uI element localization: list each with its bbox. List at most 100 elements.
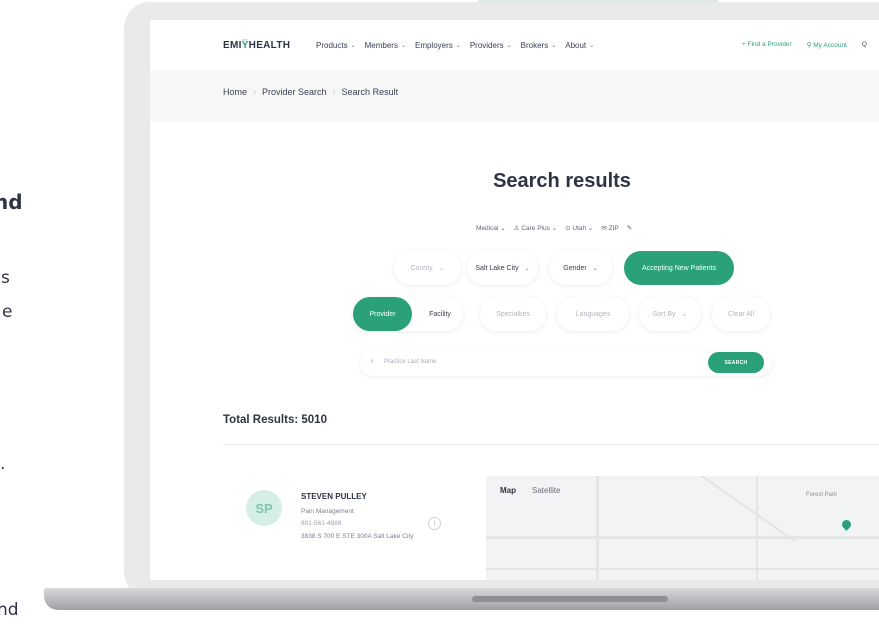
- menu-item-about[interactable]: About ⌄: [565, 41, 594, 50]
- chevron-down-icon: ⌄: [681, 311, 688, 318]
- chevron-down-icon: ⌄: [524, 265, 530, 272]
- breadcrumb-home[interactable]: Home: [223, 87, 247, 97]
- county-dropdown[interactable]: County ⌄: [394, 251, 461, 285]
- provider-specialty: Pain Management: [301, 508, 354, 515]
- emi-health-logo[interactable]: EMIŸHEALTH: [223, 40, 290, 51]
- breadcrumb-provider-search[interactable]: Provider Search: [262, 87, 327, 97]
- my-account-label: My Account: [813, 42, 847, 49]
- facility-tab[interactable]: Facility: [417, 297, 463, 331]
- menu-label: Providers: [469, 41, 504, 50]
- my-account-link[interactable]: ⚲ My Account: [807, 41, 847, 49]
- menu-item-members[interactable]: Members ⌄: [365, 41, 406, 50]
- map-road: [486, 568, 879, 570]
- results-divider: [223, 444, 879, 445]
- breadcrumb-separator-icon: ›: [332, 87, 336, 97]
- sort-by-dropdown[interactable]: Sort By ⌄: [639, 297, 701, 331]
- provider-facility-toggle: Provider Facility: [353, 297, 463, 331]
- search-button[interactable]: SEARCH: [708, 352, 764, 373]
- breadcrumb-separator-icon: ›: [253, 87, 257, 97]
- chevron-down-icon: ⌄: [551, 43, 557, 49]
- menu-item-providers[interactable]: Providers ⌄: [470, 41, 512, 50]
- menu-item-products[interactable]: Products ⌄: [316, 41, 356, 50]
- network-label: Care Plus: [521, 225, 550, 232]
- info-icon[interactable]: i: [428, 517, 441, 530]
- mail-icon: ✉: [601, 225, 609, 232]
- search-icon: ⌕: [370, 358, 374, 365]
- map-road: [756, 476, 758, 580]
- logo-text-right: HEALTH: [248, 40, 291, 51]
- accepting-new-patients-toggle[interactable]: Accepting New Patients: [624, 251, 734, 285]
- menu-label: About: [565, 41, 587, 50]
- map-tab[interactable]: Map: [500, 486, 516, 495]
- specialties-dropdown[interactable]: Specialties: [480, 297, 546, 331]
- state-dropdown[interactable]: ⊙ Utah ⌄: [565, 224, 593, 232]
- chevron-down-icon: ⌄: [400, 43, 406, 49]
- nav-actions: + Find a Provider ⚲ My Account Q: [742, 41, 867, 49]
- laptop-screen: EMIŸHEALTH Products ⌄ Members ⌄ Employers ⌄…: [150, 20, 879, 580]
- city-label: Salt Lake City: [475, 264, 519, 272]
- main-menu: Products ⌄ Members ⌄ Employers ⌄ Providers ⌄…: [316, 41, 594, 50]
- zip-label: ZIP: [608, 225, 619, 232]
- state-label: Utah: [572, 225, 587, 232]
- search-input[interactable]: Practice Last Name: [384, 359, 436, 365]
- find-provider-link[interactable]: + Find a Provider: [742, 41, 792, 49]
- map-panel[interactable]: Map Satellite Forest Park: [486, 476, 879, 580]
- plan-type-label: Medical: [476, 225, 499, 232]
- sort-by-label: Sort By: [652, 310, 676, 318]
- clear-all-label: Clear All: [727, 310, 755, 318]
- satellite-tab[interactable]: Satellite: [532, 486, 560, 495]
- city-dropdown[interactable]: Salt Lake City ⌄: [467, 251, 538, 285]
- provider-name[interactable]: STEVEN PULLEY: [301, 492, 367, 501]
- network-dropdown[interactable]: ♙ Care Plus ⌄: [514, 224, 557, 232]
- breadcrumb-search-result: Search Result: [341, 87, 399, 97]
- laptop-notch: [472, 596, 668, 602]
- map-place-label: Forest Park: [806, 492, 838, 498]
- top-nav: EMIŸHEALTH Products ⌄ Members ⌄ Employers ⌄…: [150, 20, 879, 70]
- chevron-down-icon: ⌄: [506, 43, 512, 49]
- breadcrumb: Home › Provider Search › Search Result: [223, 87, 398, 97]
- zip-field[interactable]: ✉ ZIP: [601, 224, 618, 232]
- avatar: SP: [246, 490, 282, 526]
- menu-item-brokers[interactable]: Brokers ⌄: [521, 41, 557, 50]
- provider-search-bar: ⌕ Practice Last Name SEARCH: [360, 350, 772, 376]
- menu-label: Brokers: [520, 41, 549, 50]
- provider-address: 3838 S 700 E STE 300A Salt Lake City: [301, 533, 414, 540]
- map-road: [696, 476, 796, 543]
- chevron-down-icon: ⌄: [589, 43, 595, 49]
- menu-label: Members: [364, 41, 398, 50]
- edit-icon[interactable]: ✎: [627, 224, 632, 232]
- map-road: [486, 536, 879, 539]
- laptop-base: [44, 588, 879, 610]
- languages-label: Languages: [575, 310, 611, 318]
- side-text-fragment-1: s: [1, 268, 10, 288]
- side-text-fragment-4: nd: [0, 600, 19, 620]
- side-heading-fragment: nd: [0, 190, 23, 214]
- chevron-down-icon: ⌄: [592, 265, 598, 272]
- menu-item-employers[interactable]: Employers ⌄: [415, 41, 461, 50]
- languages-dropdown[interactable]: Languages: [557, 297, 629, 331]
- provider-phone[interactable]: 801-561-4988: [301, 520, 341, 527]
- chevron-down-icon: ⌄: [455, 43, 461, 49]
- chevron-down-icon: ⌄: [350, 43, 356, 49]
- logo-mark-icon: Ÿ: [241, 40, 249, 51]
- page-title: Search results: [493, 170, 631, 192]
- menu-label: Products: [316, 41, 348, 50]
- gender-dropdown[interactable]: Gender ⌄: [549, 251, 612, 285]
- side-text-fragment-3: .: [0, 454, 6, 474]
- total-results: Total Results: 5010: [223, 414, 327, 426]
- specialties-label: Specialties: [496, 310, 530, 318]
- marketing-section: nd s e . nd EMIŸHEALTH Products ⌄ Members…: [0, 0, 879, 624]
- logo-text-left: EMI: [223, 40, 242, 51]
- plan-type-dropdown[interactable]: Medical ⌄: [476, 224, 506, 232]
- map-pin-icon[interactable]: [840, 518, 853, 531]
- search-icon[interactable]: Q: [862, 41, 867, 49]
- county-label: County: [410, 264, 433, 272]
- filter-summary: Medical ⌄ ♙ Care Plus ⌄ ⊙ Utah ⌄ ✉ ZIP ✎: [476, 224, 632, 232]
- clear-all-button[interactable]: Clear All: [712, 297, 770, 331]
- side-text-fragment-2: e: [2, 302, 13, 322]
- menu-label: Employers: [414, 41, 453, 50]
- map-road: [596, 476, 599, 580]
- chevron-down-icon: ⌄: [438, 265, 445, 272]
- gender-label: Gender: [563, 264, 587, 272]
- provider-tab[interactable]: Provider: [353, 297, 412, 331]
